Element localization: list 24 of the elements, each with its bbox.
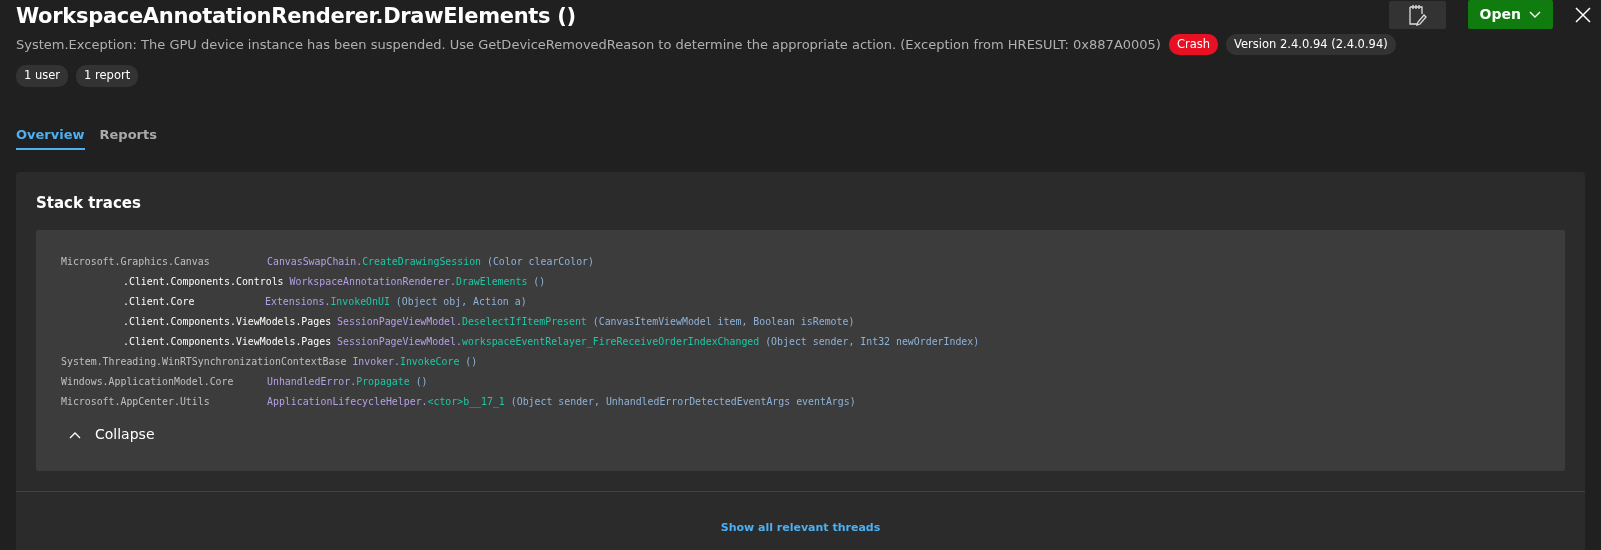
- stack-frame: Microsoft.AppCenter.Utils ApplicationLifecycleHelper.<ctor>b__17_1 (Object sender, UnhandledErrorDetectedEventArgs eventArgs): [61, 392, 1540, 412]
- crash-tag: Crash: [1168, 34, 1219, 56]
- notepad-pencil-icon: [1407, 3, 1428, 26]
- error-message: System.Exception: The GPU device instance has been suspended. Use GetDeviceRemovedReason to determine the appropriate action. (Exception from HRESULT: 0x887A0005): [16, 35, 1161, 54]
- stack-frame: .Client.Components.ViewModels.Pages SessionPageViewModel.DeselectIfItemPresent (CanvasItemViewModel item, Boolean isRemote): [61, 312, 1540, 332]
- chevron-down-icon: [1529, 10, 1541, 19]
- info-tag: 1 report: [76, 65, 139, 87]
- open-button[interactable]: Open: [1467, 0, 1553, 29]
- tab[interactable]: Overview: [16, 124, 85, 150]
- stack-frame: Microsoft.Graphics.Canvas CanvasSwapChain.CreateDrawingSession (Color clearColor): [61, 252, 1540, 272]
- stack-frame: .Client.Core Extensions.InvokeOnUI (Object obj, Action a): [61, 292, 1540, 312]
- show-threads-link[interactable]: Show all relevant threads: [720, 521, 881, 534]
- tab[interactable]: Reports: [99, 124, 157, 150]
- page-title: WorkspaceAnnotationRenderer.DrawElements (): [16, 4, 576, 30]
- stack-frame: .Client.Components.Controls WorkspaceAnnotationRenderer.DrawElements (): [61, 272, 1540, 292]
- stack-frame: System.Threading.WinRTSynchronizationContextBase Invoker.InvokeCore (): [61, 352, 1540, 372]
- close-button[interactable]: [1575, 6, 1591, 23]
- collapse-button[interactable]: Collapse: [69, 424, 155, 445]
- section-title: Stack traces: [35, 193, 142, 214]
- edit-note-button[interactable]: [1388, 0, 1446, 29]
- stack-frame: .Client.Components.ViewModels.Pages SessionPageViewModel.workspaceEventRelayer_FireReceiveOrderIndexChanged (Object sender, Int32 newOrderIndex): [61, 332, 1540, 352]
- info-tag: Version 2.4.0.94 (2.4.0.94): [1226, 34, 1396, 56]
- info-tag: 1 user: [16, 65, 69, 87]
- stack-frame: Windows.ApplicationModel.Core UnhandledError.Propagate (): [61, 372, 1540, 392]
